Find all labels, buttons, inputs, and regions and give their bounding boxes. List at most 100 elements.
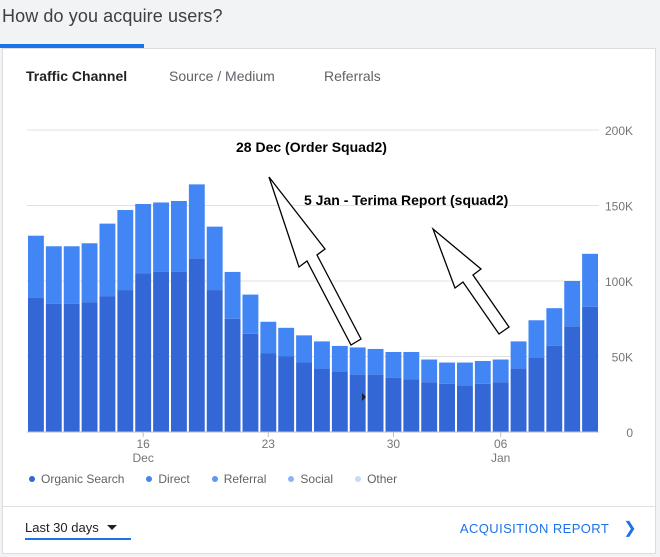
bar-organic-search: [457, 385, 473, 432]
bar-organic-search: [403, 379, 420, 432]
bar-direct: [582, 253, 598, 307]
bar-organic-search: [546, 345, 563, 432]
bar-organic-search: [81, 302, 98, 432]
bar-direct: [367, 348, 384, 375]
bar-direct: [331, 345, 348, 372]
bar-direct: [260, 321, 277, 354]
bar-organic-search: [28, 297, 44, 432]
legend-dot-icon: [211, 476, 218, 482]
bar-direct: [349, 347, 366, 375]
legend-dot-icon: [288, 476, 295, 482]
bar-organic-search: [135, 273, 152, 432]
chevron-right-icon: ❯: [623, 520, 637, 537]
bar-direct: [117, 210, 134, 291]
bar-organic-search: [528, 358, 545, 432]
legend-item-social: Social: [288, 472, 333, 486]
bar-organic-search: [260, 353, 277, 432]
bar-direct: [474, 361, 491, 384]
bar-direct: [510, 341, 527, 369]
bar-direct: [81, 243, 98, 303]
bar-organic-search: [206, 290, 223, 432]
legend-label: Referral: [223, 472, 267, 486]
x-tick-sublabel: Jan: [491, 451, 510, 465]
bar-direct: [188, 184, 205, 259]
y-tick-label: 0: [626, 426, 633, 440]
bar-organic-search: [242, 333, 259, 432]
bar-direct: [403, 351, 420, 380]
x-tick-label: 06: [494, 437, 508, 451]
bar-direct: [206, 226, 223, 291]
bar-organic-search: [367, 374, 384, 432]
bar-organic-search: [278, 356, 295, 432]
bar-direct: [457, 362, 473, 386]
footer-divider: [3, 506, 655, 507]
acquisition-report-link[interactable]: ACQUISITION REPORT ❯: [460, 518, 637, 538]
bar-direct: [153, 202, 169, 272]
legend-item-organic-search: Organic Search: [29, 472, 124, 486]
chart-legend: Organic Search Direct Referral Social Ot…: [29, 471, 419, 487]
bar-direct: [564, 281, 581, 327]
legend-dot-icon: [355, 476, 362, 482]
annotation-5-jan: 5 Jan - Terima Report (squad2): [304, 192, 509, 208]
bar-organic-search: [117, 290, 134, 432]
bar-direct: [296, 335, 312, 363]
bar-direct: [492, 359, 509, 383]
bar-organic-search: [63, 303, 80, 432]
page-title: How do you acquire users?: [2, 6, 223, 26]
bar-organic-search: [296, 362, 312, 432]
bar-direct: [171, 200, 187, 272]
x-tick-sublabel: Dec: [133, 451, 154, 465]
legend-label: Organic Search: [41, 472, 125, 486]
bar-organic-search: [188, 258, 205, 432]
bar-direct: [278, 327, 295, 357]
bar-direct: [242, 294, 259, 334]
legend-label: Direct: [158, 472, 190, 486]
y-tick-label: 50K: [612, 351, 633, 365]
y-tick-label: 150K: [605, 200, 633, 214]
bar-organic-search: [385, 377, 402, 432]
traffic-chart: 200K 150K 100K 50K 0 16Dec 23 30 06Jan: [27, 124, 633, 465]
legend-dot-icon: [146, 476, 153, 482]
y-tick-label: 200K: [605, 124, 633, 138]
bar-direct: [63, 246, 80, 304]
acquisition-report-label: ACQUISITION REPORT: [459, 520, 610, 536]
legend-item-other: Other: [355, 472, 397, 486]
bar-organic-search: [564, 326, 581, 432]
bar-organic-search: [331, 371, 348, 432]
bar-direct: [439, 362, 455, 384]
bar-direct: [135, 203, 152, 274]
bar-organic-search: [474, 383, 491, 432]
bar-direct: [99, 223, 116, 297]
bar-organic-search: [224, 318, 241, 432]
legend-dot-icon: [29, 476, 35, 482]
acquisition-card: Traffic Channel Source / Medium Referral…: [2, 48, 656, 554]
date-range-dropdown[interactable]: Last 30 days: [25, 516, 131, 540]
legend-item-referral: Referral: [211, 472, 267, 486]
legend-item-direct: Direct: [146, 472, 190, 486]
bar-organic-search: [99, 296, 116, 432]
legend-label: Other: [367, 472, 398, 486]
bar-organic-search: [171, 271, 187, 432]
x-tick-label: 30: [387, 437, 401, 451]
bar-organic-search: [439, 383, 455, 432]
x-tick-label: 16: [137, 437, 151, 451]
x-tick-label: 23: [262, 437, 276, 451]
bar-organic-search: [492, 382, 509, 432]
legend-label: Social: [300, 472, 334, 486]
bar-organic-search: [582, 306, 598, 432]
bar-organic-search: [314, 368, 330, 432]
bar-direct: [45, 246, 62, 304]
bar-direct: [224, 271, 241, 319]
bar-organic-search: [153, 271, 169, 432]
bar-direct: [314, 341, 330, 369]
bar-direct: [421, 359, 438, 383]
caret-down-icon: [106, 524, 117, 530]
bar-direct: [528, 320, 545, 359]
annotation-28-dec: 28 Dec (Order Squad2): [236, 139, 387, 155]
bar-organic-search: [421, 382, 438, 432]
bar-organic-search: [349, 374, 366, 432]
y-tick-label: 100K: [605, 275, 633, 289]
bar-direct: [28, 235, 44, 298]
date-range-label: Last 30 days: [25, 519, 99, 535]
bar-direct: [385, 351, 402, 378]
